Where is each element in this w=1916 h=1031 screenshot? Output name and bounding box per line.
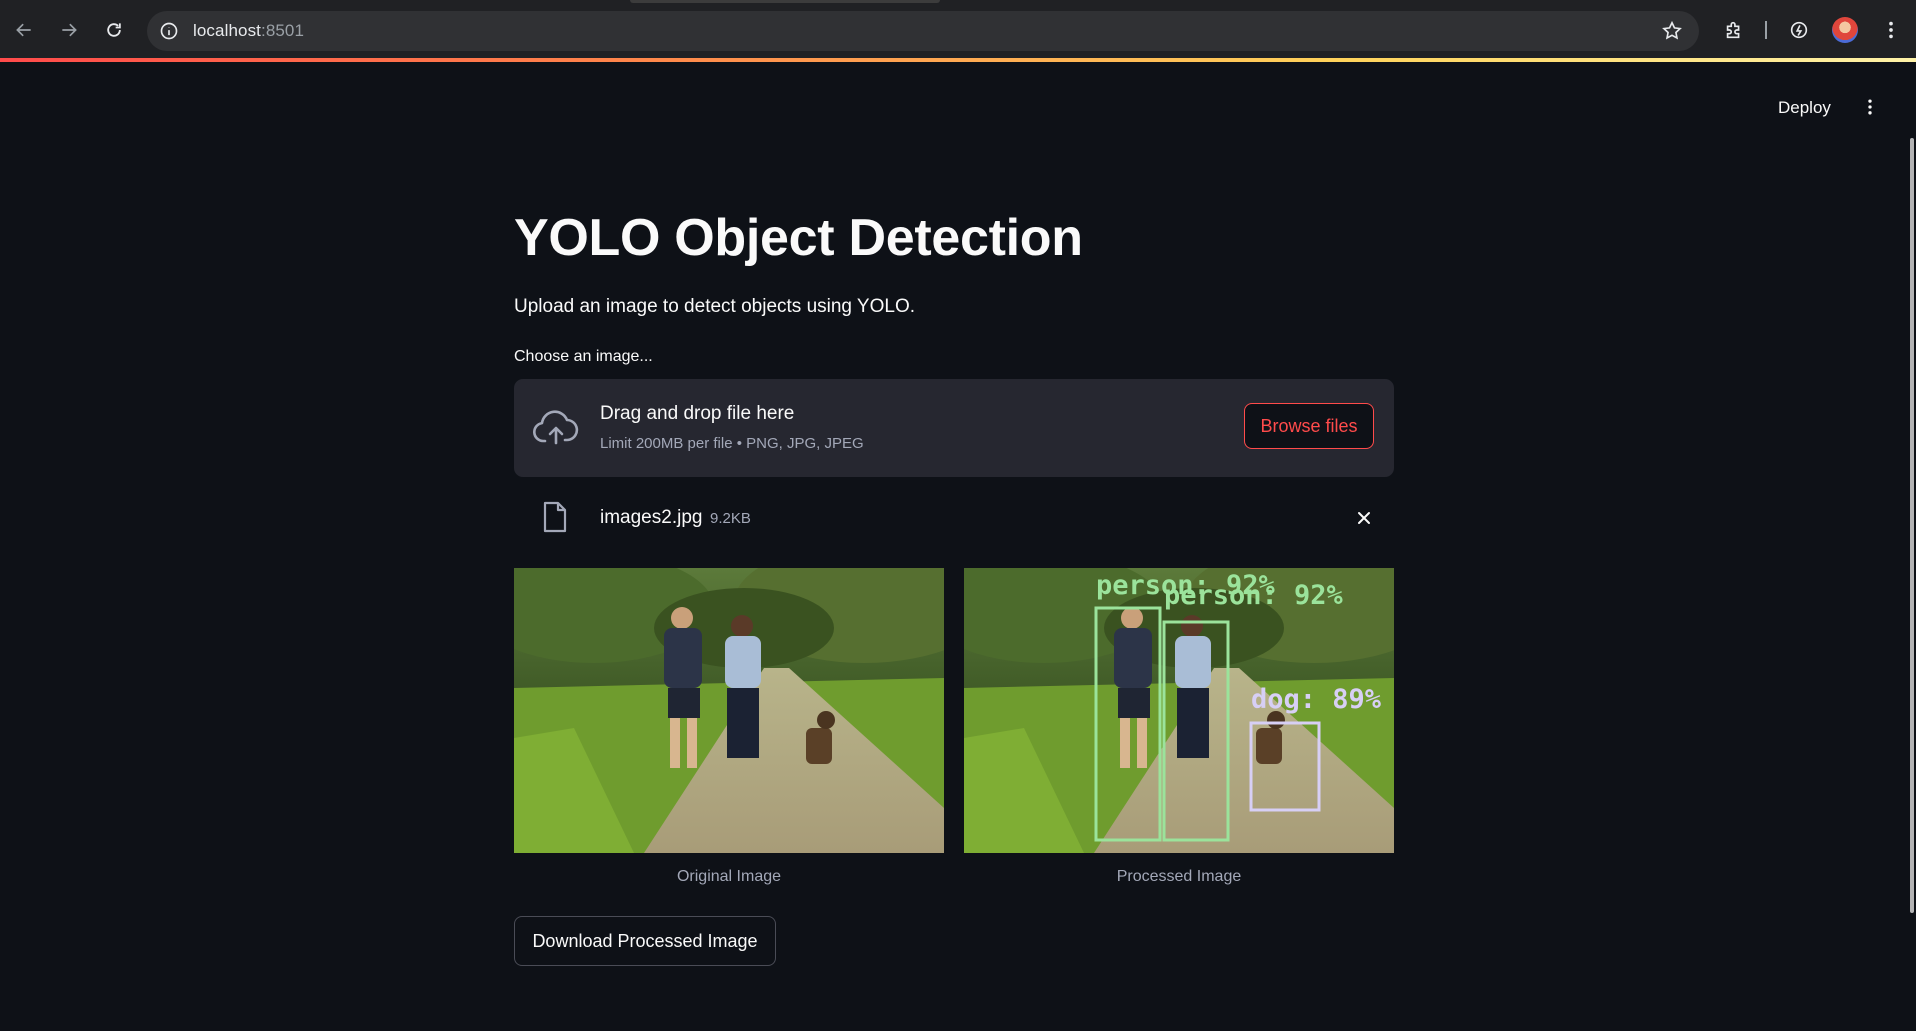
remove-file-button[interactable]	[1350, 504, 1378, 532]
processed-image-column: person: 92% person: 92% dog: 89% Process…	[964, 568, 1394, 886]
file-icon	[542, 501, 568, 533]
close-icon	[1358, 512, 1370, 524]
processed-image-caption: Processed Image	[1116, 868, 1242, 885]
bookmark-button[interactable]	[1661, 20, 1683, 42]
page-description: Upload an image to detect objects using …	[514, 296, 916, 317]
performance-icon	[1790, 21, 1808, 39]
page-title: YOLO Object Detection	[514, 209, 1083, 267]
original-image-caption: Original Image	[676, 868, 782, 885]
uploader-label: Choose an image...	[514, 348, 653, 365]
star-icon	[1662, 20, 1682, 40]
detection-label-person-2: person: 92%	[1164, 580, 1344, 611]
original-image-column: Original Image	[514, 568, 944, 886]
uploaded-file-item: images2.jpg 9.2KB	[514, 498, 1394, 542]
extensions-icon	[1726, 21, 1740, 39]
detection-label-dog: dog: 89%	[1251, 684, 1382, 715]
deploy-button[interactable]: Deploy	[1770, 94, 1839, 122]
file-name: images2.jpg	[600, 507, 703, 528]
file-dropzone[interactable]: Drag and drop file here Limit 200MB per …	[514, 379, 1394, 477]
site-info-button[interactable]	[158, 20, 180, 42]
url-text[interactable]: localhost:8501	[193, 21, 304, 41]
profile-avatar[interactable]	[1832, 17, 1858, 43]
dropzone-title: Drag and drop file here	[600, 403, 795, 424]
performance-button[interactable]	[1783, 14, 1815, 46]
dropzone-hint: Limit 200MB per file • PNG, JPG, JPEG	[600, 435, 864, 452]
menu-dots-icon	[1889, 21, 1893, 39]
file-size: 9.2KB	[710, 510, 751, 527]
app-header	[0, 62, 1916, 152]
browser-toolbar: localhost:8501	[0, 0, 1916, 60]
main-menu-button[interactable]	[1858, 93, 1882, 121]
browser-menu-button[interactable]	[1875, 14, 1907, 46]
processed-image: person: 92% person: 92% dog: 89%	[964, 568, 1394, 853]
url-port: :8501	[261, 21, 305, 40]
browse-files-button[interactable]: Browse files	[1244, 403, 1374, 449]
menu-dots-icon	[1868, 99, 1872, 115]
url-host: localhost	[193, 21, 261, 40]
extensions-button[interactable]	[1718, 14, 1750, 46]
back-icon	[16, 23, 31, 37]
tab-strip-edge	[630, 0, 940, 3]
info-icon	[160, 22, 178, 40]
forward-button[interactable]	[53, 14, 85, 46]
forward-icon	[62, 23, 77, 37]
toolbar-divider	[1765, 21, 1767, 39]
back-button[interactable]	[8, 14, 40, 46]
download-processed-image-button[interactable]: Download Processed Image	[514, 916, 776, 966]
original-image	[514, 568, 944, 853]
address-bar[interactable]: localhost:8501	[147, 11, 1699, 51]
page-scrollbar[interactable]	[1910, 138, 1914, 913]
cloud-upload-icon	[532, 410, 580, 446]
reload-button[interactable]	[98, 14, 130, 46]
reload-icon	[107, 23, 121, 37]
